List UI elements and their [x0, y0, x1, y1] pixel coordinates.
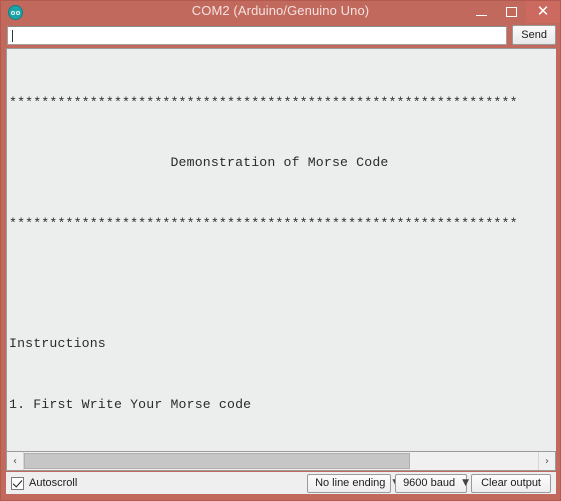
close-icon: ✕ — [536, 1, 550, 20]
serial-monitor-window: COM2 (Arduino/Genuino Uno) ✕ Send ******… — [0, 0, 561, 501]
clear-output-button[interactable]: Clear output — [471, 473, 551, 493]
autoscroll-checkbox[interactable] — [11, 476, 24, 490]
serial-output-text: ****************************************… — [7, 49, 556, 451]
baud-rate-value: 9600 baud — [403, 477, 456, 489]
window-controls: ✕ — [466, 1, 560, 23]
output-line: ****************************************… — [9, 215, 518, 231]
autoscroll-label: Autoscroll — [29, 477, 78, 489]
send-bar: Send — [1, 23, 560, 48]
status-bar: Autoscroll No line ending ▼ 9600 baud ▼ … — [6, 472, 556, 494]
scrollbar-track[interactable] — [23, 452, 539, 470]
chevron-down-icon: ▼ — [462, 478, 469, 488]
close-button[interactable]: ✕ — [526, 1, 560, 23]
serial-output-panel[interactable]: ****************************************… — [6, 48, 556, 452]
text-caret — [12, 29, 13, 42]
minimize-button[interactable] — [466, 1, 496, 23]
chevron-left-icon[interactable]: ‹ — [7, 452, 23, 470]
horizontal-scrollbar[interactable]: ‹ › — [6, 452, 556, 471]
output-line: Instructions — [9, 336, 106, 352]
send-button[interactable]: Send — [512, 25, 556, 45]
autoscroll-toggle[interactable]: Autoscroll — [11, 476, 78, 490]
serial-send-input[interactable] — [7, 25, 508, 45]
chevron-right-icon[interactable]: › — [539, 452, 555, 470]
line-ending-select[interactable]: No line ending ▼ — [307, 473, 399, 493]
maximize-button[interactable] — [496, 1, 526, 23]
title-bar: COM2 (Arduino/Genuino Uno) ✕ — [1, 1, 560, 23]
minimize-icon — [475, 14, 487, 16]
window-bottom-edge — [1, 494, 560, 500]
output-line: Demonstration of Morse Code — [9, 155, 389, 171]
maximize-icon — [505, 7, 517, 17]
line-ending-value: No line ending — [315, 477, 386, 489]
scrollbar-thumb[interactable] — [24, 453, 410, 469]
output-line: 1. First Write Your Morse code — [9, 396, 252, 412]
baud-rate-select[interactable]: 9600 baud ▼ — [395, 473, 469, 493]
output-line: ****************************************… — [9, 95, 518, 111]
